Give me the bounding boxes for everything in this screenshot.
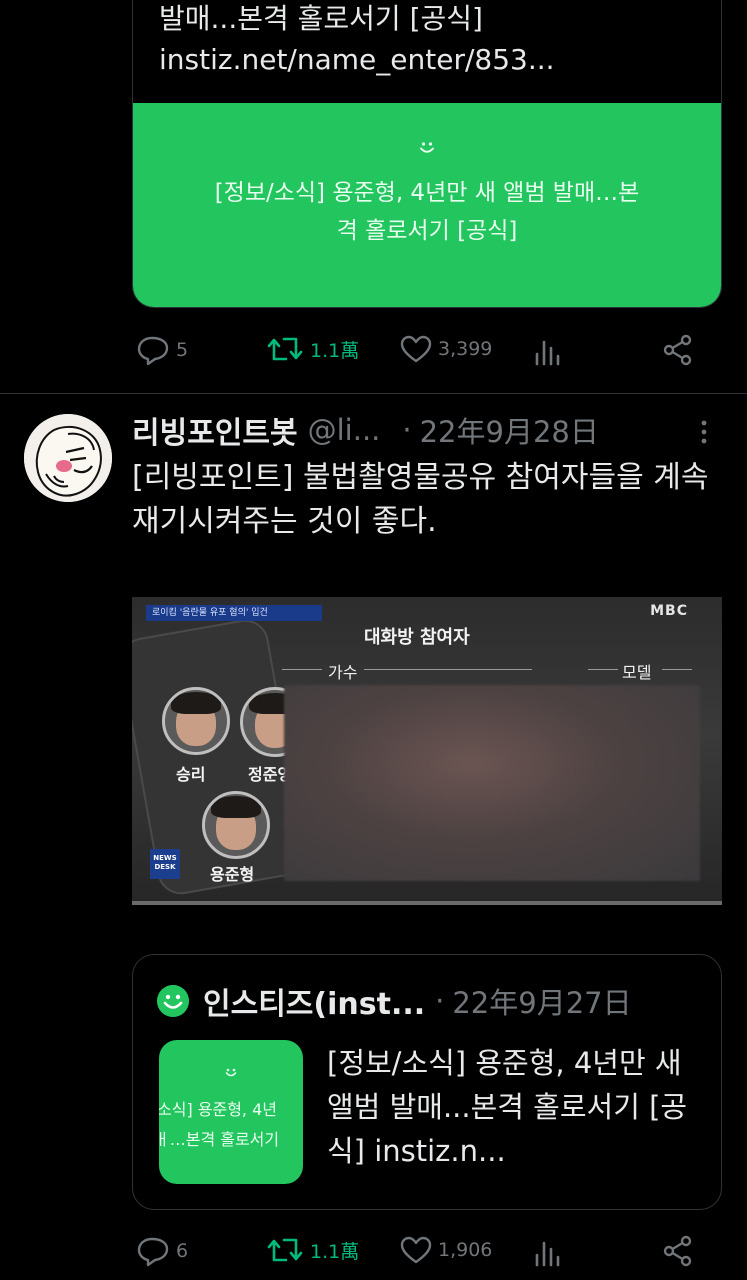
link-card-image-text: [정보/소식] 용준형, 4년만 새 앨범 발매…본격 홀로서기 [공식]: [214, 180, 640, 244]
retweet-button[interactable]: 1.1萬: [266, 1235, 359, 1265]
thumbnail-text-line: 소식] 용준형, 4년: [159, 1100, 277, 1119]
reply-icon: [137, 336, 169, 366]
face-photo: [162, 687, 230, 755]
like-count: 3,399: [438, 338, 493, 360]
like-button[interactable]: 3,399: [400, 334, 492, 364]
tweet-header: 리빙포인트봇 @li... · 22年9月28日: [132, 408, 599, 452]
tweet-divider: [0, 393, 747, 394]
handle[interactable]: @li...: [308, 413, 381, 447]
display-name[interactable]: 리빙포인트봇: [132, 408, 298, 452]
quote-thumbnail: 소식] 용준형, 4년 ㅐ…본격 홀로서기: [159, 1040, 303, 1184]
like-button[interactable]: 1,906: [400, 1235, 492, 1265]
reply-button[interactable]: 5: [136, 334, 188, 366]
news-caption-bar: 로이킴 '음란물 유포 혐의' 입건: [146, 605, 322, 621]
link-card-title: 발매...본격 홀로서기 [공식]: [159, 2, 483, 35]
divider-line: [364, 669, 532, 670]
instiz-smile-icon: [420, 142, 434, 153]
instiz-smile-icon: [225, 1068, 237, 1077]
share-button[interactable]: [662, 334, 694, 366]
quote-tweet[interactable]: 인스티즈(inst... · 22年9月27日 소식] 용준형, 4년 ㅐ…본격…: [132, 954, 722, 1210]
link-card-text: 발매...본격 홀로서기 [공식] instiz.net/name_enter/…: [133, 0, 721, 103]
reply-button[interactable]: 6: [136, 1235, 188, 1267]
avatar-illustration: [24, 414, 112, 502]
avatar[interactable]: [24, 414, 112, 502]
views-button[interactable]: [534, 336, 562, 366]
tweet-media-image[interactable]: 로이킴 '음란물 유포 혐의' 입건 MBC 대화방 참여자 가수 모델 승리 …: [132, 597, 722, 905]
retweet-button[interactable]: 1.1萬: [266, 334, 359, 364]
face-photo: [202, 791, 270, 859]
separator-dot: ·: [402, 413, 412, 447]
more-icon[interactable]: [697, 418, 711, 446]
like-count: 1,906: [438, 1239, 493, 1261]
views-button[interactable]: [534, 1237, 562, 1267]
share-button[interactable]: [662, 1235, 694, 1267]
quote-text: [정보/소식] 용준형, 4년만 새 앨범 발매...본격 홀로서기 [공식] …: [327, 1046, 688, 1168]
face-name: 용준형: [210, 865, 255, 884]
media-title: 대화방 참여자: [364, 627, 470, 648]
views-icon: [535, 340, 560, 366]
tweet-date[interactable]: 22年9月28日: [420, 409, 599, 451]
retweet-icon: [267, 1238, 303, 1262]
divider-line: [282, 669, 322, 670]
share-icon: [663, 1235, 692, 1267]
label-singer: 가수: [328, 663, 358, 682]
blurred-region: [284, 685, 700, 881]
views-icon: [535, 1241, 560, 1267]
tweet-text: [리빙포인트] 불법촬영물공유 참여자들을 계속 재기시켜주는 것이 좋다.: [132, 460, 709, 539]
link-card[interactable]: 발매...본격 홀로서기 [공식] instiz.net/name_enter/…: [132, 0, 722, 308]
thumbnail-text-line: ㅐ…본격 홀로서기: [159, 1130, 280, 1149]
face-name: 승리: [176, 765, 206, 784]
separator-dot: ·: [435, 984, 445, 1018]
retweet-count: 1.1萬: [310, 1240, 360, 1263]
quote-date: 22年9月27日: [452, 986, 632, 1020]
label-model: 모델: [622, 663, 652, 682]
link-card-image: [정보/소식] 용준형, 4년만 새 앨범 발매…본격 홀로서기 [공식]: [133, 103, 721, 307]
like-icon: [400, 335, 432, 363]
link-card-url: instiz.net/name_enter/853...: [159, 43, 555, 76]
news-caption: 로이킴 '음란물 유포 혐의' 입건: [152, 608, 268, 618]
like-icon: [400, 1236, 432, 1264]
share-icon: [663, 334, 692, 366]
quote-header: 인스티즈(inst... · 22年9月27日: [157, 981, 632, 1022]
retweet-count: 1.1萬: [310, 339, 360, 362]
retweet-icon: [267, 337, 303, 361]
media-bottom-bar: [132, 901, 722, 905]
quote-display-name: 인스티즈(inst...: [203, 987, 426, 1022]
news-desk-badge: NEWS DESK: [150, 849, 180, 879]
reply-count: 5: [176, 339, 189, 361]
reply-count: 6: [176, 1240, 189, 1262]
divider-line: [588, 669, 618, 670]
divider-line: [662, 669, 692, 670]
reply-icon: [137, 1237, 169, 1267]
mbc-logo: MBC: [650, 603, 688, 619]
instiz-smile-icon: [157, 985, 189, 1017]
